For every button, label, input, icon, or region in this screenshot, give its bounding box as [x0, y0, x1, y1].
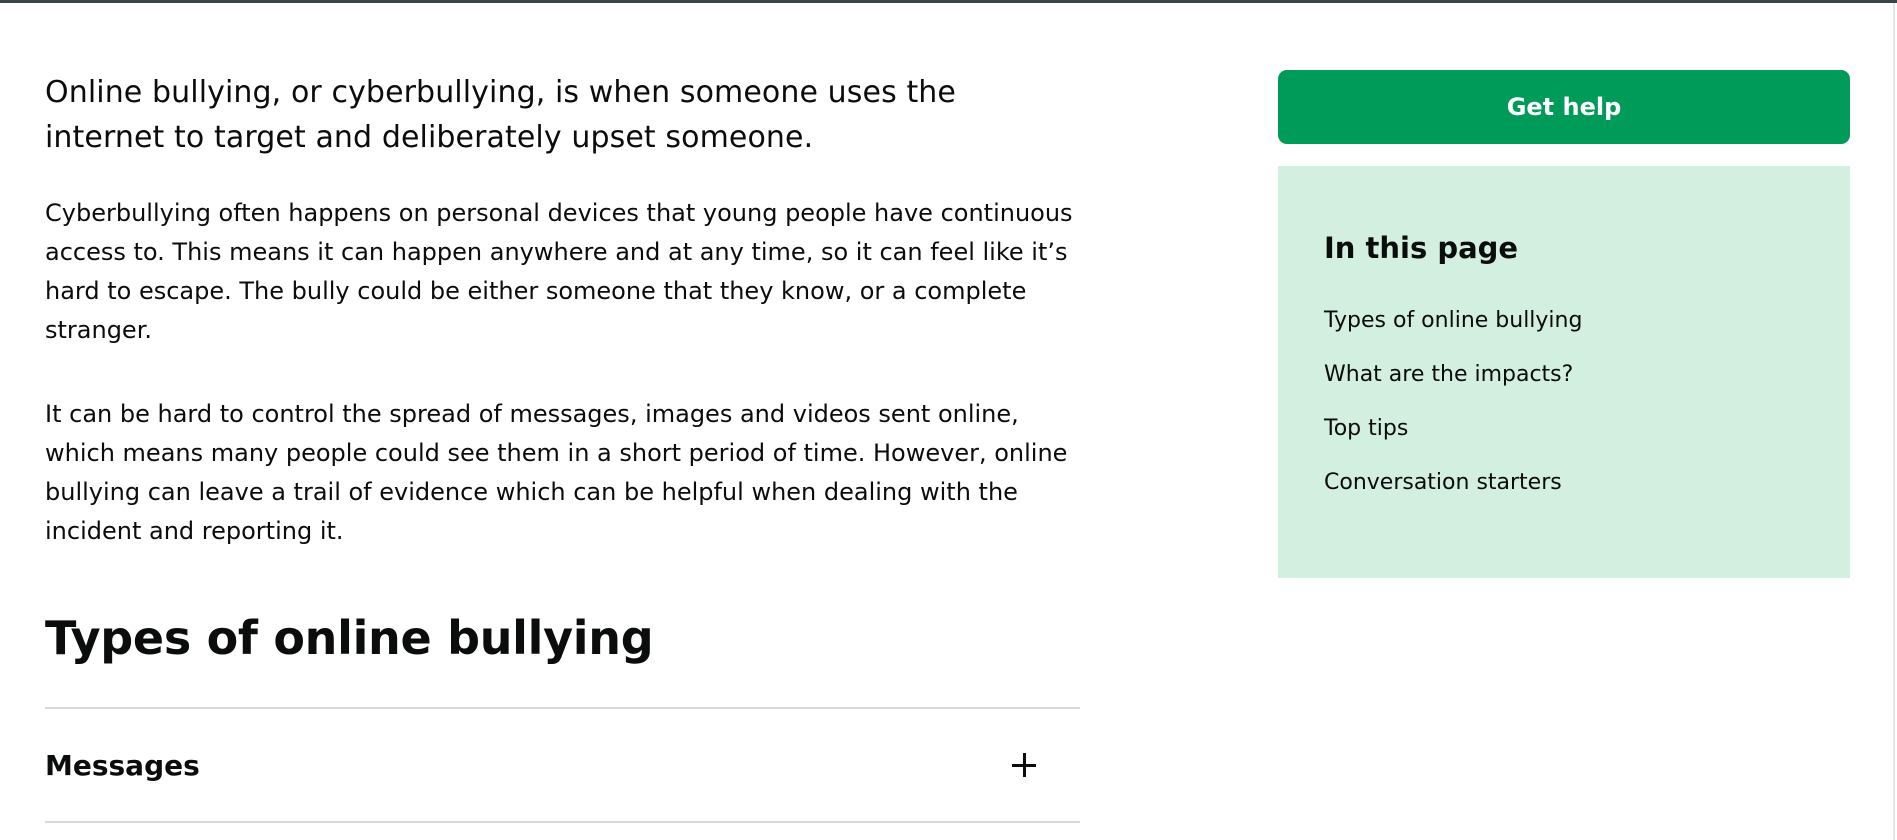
- toc-link-impacts[interactable]: What are the impacts?: [1324, 360, 1804, 390]
- body-paragraph: It can be hard to control the spread of …: [45, 400, 1068, 545]
- top-border: [0, 0, 1897, 3]
- in-this-page-nav: In this page Types of online bullying Wh…: [1278, 166, 1850, 578]
- plus-icon[interactable]: [1012, 753, 1036, 777]
- section-heading-types: Types of online bullying: [45, 611, 654, 665]
- toc-link-types[interactable]: Types of online bullying: [1324, 306, 1804, 336]
- toc-link-conversation-starters[interactable]: Conversation starters: [1324, 468, 1804, 498]
- body-paragraph: Cyberbullying often happens on personal …: [45, 199, 1073, 344]
- toc-title: In this page: [1324, 231, 1519, 265]
- accordion-title: Messages: [45, 748, 200, 782]
- sidebar: Get help In this page Types of online bu…: [1278, 70, 1850, 578]
- lead-paragraph: Online bullying, or cyberbullying, is wh…: [45, 75, 956, 155]
- scrollbar-track[interactable]: [1893, 3, 1895, 840]
- get-help-button[interactable]: Get help: [1278, 70, 1850, 144]
- accordion: Messages: [45, 707, 1080, 823]
- toc-list: Types of online bullying What are the im…: [1324, 306, 1804, 498]
- toc-link-top-tips[interactable]: Top tips: [1324, 414, 1804, 444]
- main-content: Online bullying, or cyberbullying, is wh…: [45, 70, 1080, 823]
- page: Online bullying, or cyberbullying, is wh…: [0, 0, 1897, 840]
- accordion-item-messages[interactable]: Messages: [45, 707, 1080, 823]
